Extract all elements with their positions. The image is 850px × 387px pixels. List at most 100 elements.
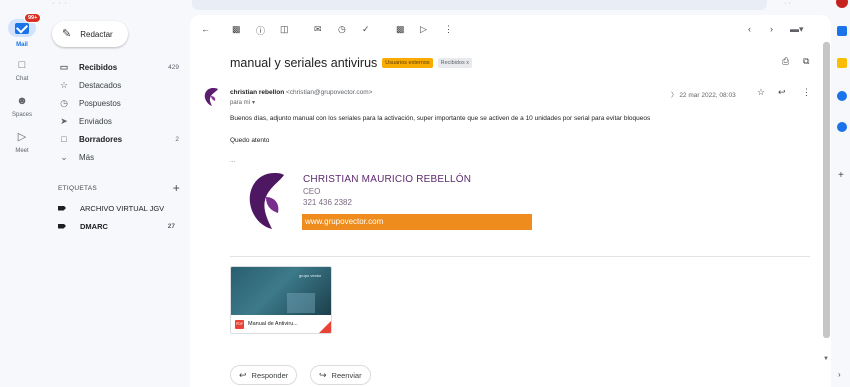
nav-item-label: Borradores bbox=[79, 134, 123, 144]
sender-line: christian rebellon <christian@grupovecto… bbox=[230, 89, 372, 96]
app-rail: 99+ Mail □ Chat ☻ Spaces ▷ Meet bbox=[0, 13, 44, 387]
signature-website[interactable]: www.grupovector.com bbox=[302, 214, 532, 230]
nav-item-count: 2 bbox=[175, 135, 179, 143]
report-spam-icon[interactable]: ⓘ bbox=[256, 24, 265, 37]
chevron-down-icon: ⌄ bbox=[60, 151, 68, 162]
labels-heading: ETIQUETAS bbox=[58, 184, 98, 192]
search-bar[interactable] bbox=[192, 0, 767, 10]
nav-item-inbox[interactable]: ▭ Recibidos 429 bbox=[45, 58, 189, 76]
more-options-icon[interactable]: ⋮ bbox=[802, 87, 811, 98]
nav-item-snoozed[interactable]: ◷ Pospuestos bbox=[45, 94, 189, 112]
contacts-icon[interactable] bbox=[837, 122, 847, 132]
subject-row: manual y seriales antivirus Usuarios ext… bbox=[230, 56, 473, 70]
chat-icon: □ bbox=[18, 59, 26, 71]
email-subject: manual y seriales antivirus bbox=[230, 56, 378, 70]
tasks-icon[interactable] bbox=[837, 91, 847, 101]
rail-chat[interactable]: □ Chat bbox=[0, 59, 44, 83]
label-icon[interactable]: ▷ bbox=[420, 24, 427, 35]
nav-item-more[interactable]: ⌄ Más bbox=[45, 148, 189, 166]
mark-unread-icon[interactable]: ✉ bbox=[314, 24, 322, 35]
snooze-icon[interactable]: ◷ bbox=[338, 24, 346, 35]
label-item-count: 27 bbox=[167, 222, 175, 230]
rail-mail-label: Mail bbox=[16, 42, 28, 48]
video-icon: ▷ bbox=[17, 131, 27, 143]
star-icon[interactable]: ☆ bbox=[757, 87, 765, 98]
attachment-icon: 〉 bbox=[671, 92, 678, 99]
input-tools-icon[interactable]: ▬▾ bbox=[790, 24, 804, 35]
signature-logo bbox=[249, 173, 284, 229]
attachment-name: Manual de Antiviru... bbox=[248, 321, 298, 327]
email-toolbar: ← ▩ ⓘ ◫ ✉ ◷ ✓ ▩ ▷ ⋮ ‹ › ▬▾ bbox=[190, 15, 831, 45]
inbox-icon: ▭ bbox=[59, 61, 69, 72]
older-chevron-icon[interactable]: › bbox=[770, 24, 773, 34]
email-date-line: 〉 22 mar 2022, 08:03 bbox=[671, 89, 736, 99]
keep-icon[interactable] bbox=[837, 58, 847, 68]
more-options-icon[interactable]: ⋮ bbox=[444, 24, 453, 35]
email-scrollbar[interactable] bbox=[823, 42, 830, 338]
get-addons-icon[interactable]: + bbox=[838, 170, 844, 181]
pdf-icon: PDF bbox=[235, 319, 244, 329]
print-icon[interactable]: ⎙ bbox=[782, 56, 789, 67]
unread-badge: 99+ bbox=[24, 13, 42, 23]
rail-spaces[interactable]: ☻ Spaces bbox=[0, 96, 44, 119]
label-item-archivo[interactable]: ARCHIVO VIRTUAL JGV bbox=[58, 201, 183, 215]
label-tag-icon bbox=[58, 205, 66, 211]
inbox-label-chip[interactable]: Recibidos x bbox=[437, 58, 473, 68]
signature-phone: 321 436 2382 bbox=[303, 198, 352, 207]
scroll-down-icon[interactable]: ▼ bbox=[823, 356, 829, 362]
sender-avatar[interactable] bbox=[203, 87, 219, 107]
top-strip: · · · · · bbox=[0, 0, 850, 14]
archive-icon[interactable]: ▩ bbox=[232, 24, 241, 35]
email-panel: ← ▩ ⓘ ◫ ✉ ◷ ✓ ▩ ▷ ⋮ ‹ › ▬▾ manual y seri… bbox=[190, 15, 831, 387]
labels-header: ETIQUETAS + bbox=[58, 181, 180, 195]
folder-nav: ▭ Recibidos 429 ☆ Destacados ◷ Pospuesto… bbox=[45, 58, 189, 166]
attachment-card[interactable]: grupo vector PDF Manual de Antiviru... bbox=[230, 266, 332, 334]
star-icon: ☆ bbox=[59, 79, 69, 90]
nav-item-label: Enviados bbox=[79, 116, 112, 126]
move-to-icon[interactable]: ▩ bbox=[396, 24, 405, 35]
recipient-line[interactable]: para mí ▾ bbox=[230, 99, 255, 106]
add-label-icon[interactable]: + bbox=[173, 181, 180, 195]
calendar-icon[interactable] bbox=[837, 26, 847, 36]
label-item-dmarc[interactable]: DMARC 27 bbox=[58, 219, 183, 233]
top-menu-dots[interactable]: · · · bbox=[52, 0, 68, 7]
account-avatar[interactable] bbox=[836, 0, 848, 8]
label-tag-icon bbox=[58, 223, 66, 229]
sender-name[interactable]: christian rebellon bbox=[230, 89, 284, 96]
email-date: 22 mar 2022, 08:03 bbox=[679, 92, 736, 99]
top-status-text: · · bbox=[784, 0, 791, 7]
hide-panel-icon[interactable]: › bbox=[838, 370, 841, 379]
rail-spaces-label: Spaces bbox=[11, 112, 32, 118]
attachment-footer: PDF Manual de Antiviru... bbox=[231, 315, 331, 333]
recipient-text: para mí bbox=[230, 100, 251, 106]
reply-icon[interactable]: ↩ bbox=[778, 87, 786, 98]
nav-item-sent[interactable]: ➤ Enviados bbox=[45, 112, 189, 130]
compose-button[interactable]: ✎ Redactar bbox=[52, 21, 128, 47]
rail-mail[interactable]: 99+ Mail bbox=[0, 13, 44, 48]
send-icon: ➤ bbox=[60, 115, 68, 126]
rail-meet[interactable]: ▷ Meet bbox=[0, 131, 44, 155]
email-body-line: Buenos días, adjunto manual con los seri… bbox=[230, 115, 651, 122]
label-item-name: DMARC bbox=[80, 221, 108, 231]
back-arrow-icon[interactable]: ← bbox=[201, 24, 210, 34]
nav-item-count: 429 bbox=[168, 63, 179, 71]
attachment-divider bbox=[230, 256, 810, 257]
nav-item-drafts[interactable]: □ Borradores 2 bbox=[45, 130, 189, 148]
nav-item-starred[interactable]: ☆ Destacados bbox=[45, 76, 189, 94]
trimmed-content-ellipsis[interactable]: ... bbox=[230, 157, 235, 164]
add-task-icon[interactable]: ✓ bbox=[362, 24, 370, 35]
newer-chevron-icon[interactable]: ‹ bbox=[748, 24, 751, 34]
sender-email: <christian@grupovector.com> bbox=[286, 89, 373, 96]
email-body-line: Quedo atento bbox=[230, 137, 270, 144]
open-new-window-icon[interactable]: ⧉ bbox=[803, 56, 809, 67]
delete-icon[interactable]: ◫ bbox=[280, 24, 289, 35]
mail-icon: 99+ bbox=[8, 13, 42, 37]
pdf-corner-icon bbox=[319, 321, 331, 333]
nav-item-label: Más bbox=[79, 152, 95, 162]
label-item-name: ARCHIVO VIRTUAL JGV bbox=[80, 203, 165, 213]
reply-button[interactable]: ↩ Responder bbox=[230, 365, 298, 385]
forward-button[interactable]: ↪ Reenviar bbox=[310, 365, 371, 385]
attachment-thumbnail: grupo vector bbox=[231, 267, 331, 315]
thumbnail-band bbox=[287, 293, 315, 313]
compose-label: Redactar bbox=[80, 29, 113, 39]
